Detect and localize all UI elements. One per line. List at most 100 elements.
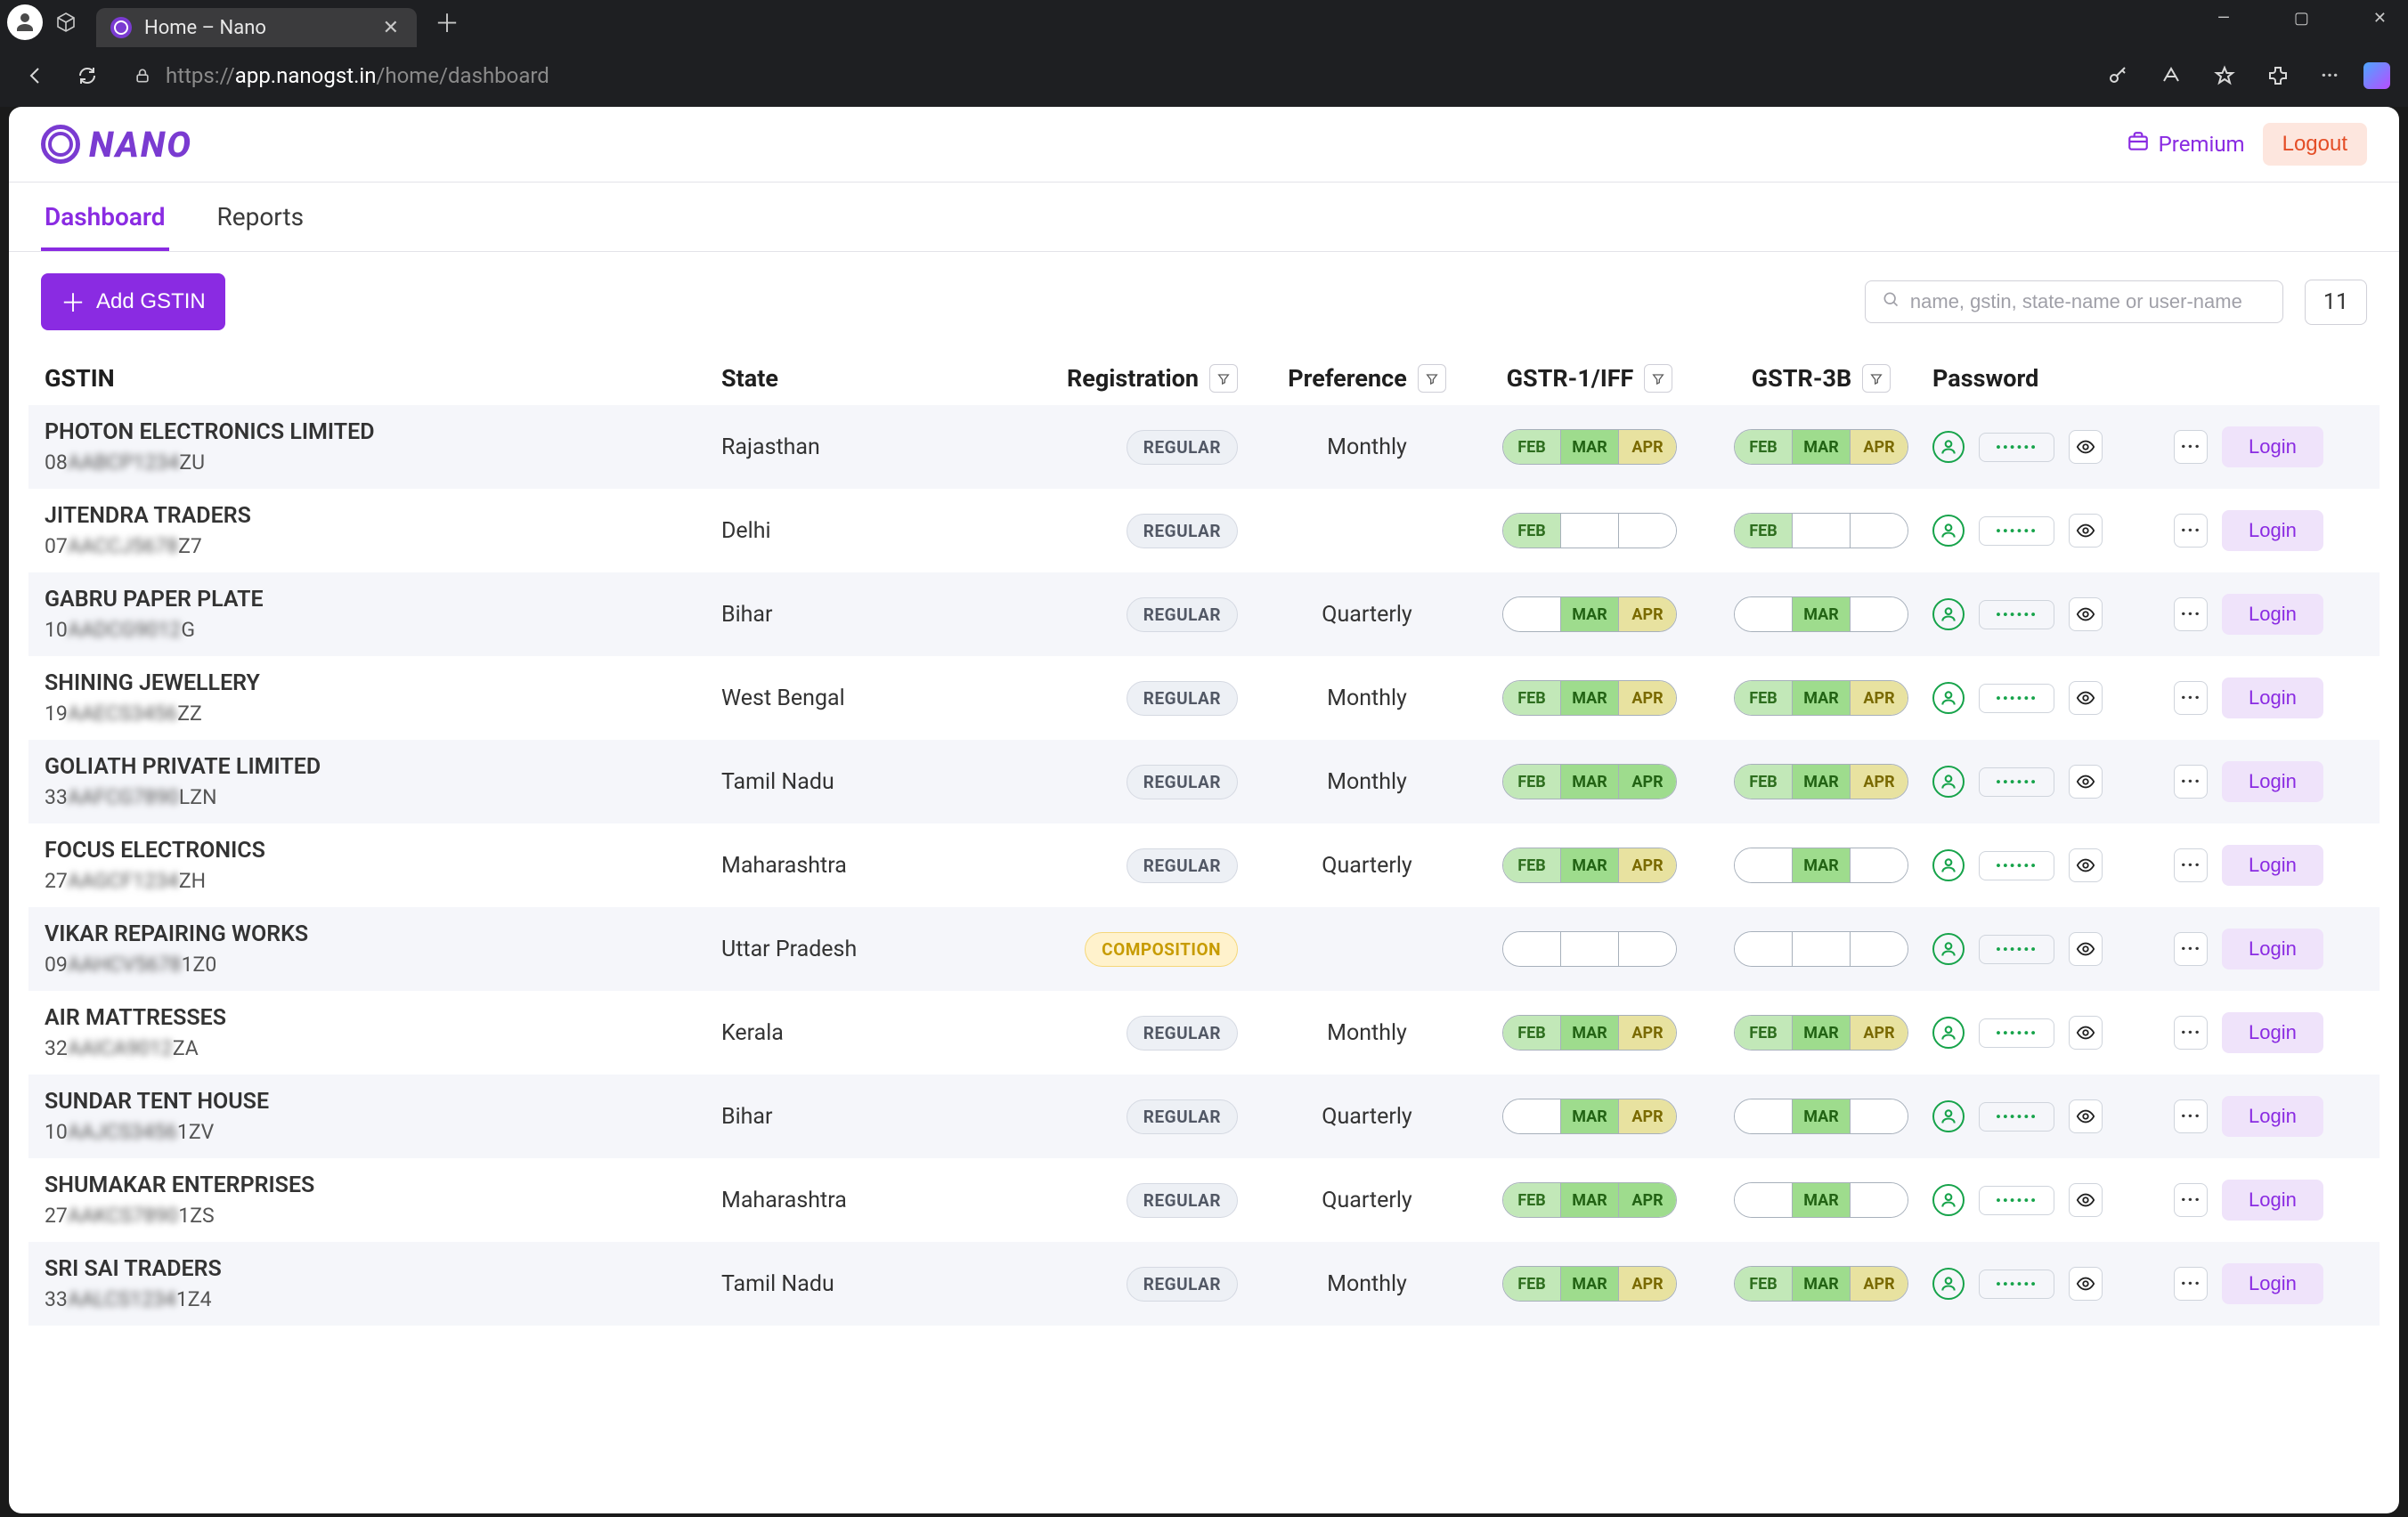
search-box[interactable] xyxy=(1865,280,2283,323)
month-empty xyxy=(1735,848,1792,882)
gstin-cell: SHINING JEWELLERY 19AAECS3456ZZ xyxy=(45,670,721,726)
registration-pill: REGULAR xyxy=(1127,765,1238,799)
row-login-button[interactable]: Login xyxy=(2222,426,2323,467)
reveal-password-icon[interactable] xyxy=(2069,681,2103,715)
row-login-button[interactable]: Login xyxy=(2222,677,2323,718)
actions-cell: •••••• ··· Login xyxy=(1932,677,2360,718)
password-mask[interactable]: •••••• xyxy=(1979,1102,2054,1132)
filter-gstr1-icon[interactable] xyxy=(1644,364,1672,393)
password-mask[interactable]: •••••• xyxy=(1979,1018,2054,1048)
profile-avatar[interactable] xyxy=(7,4,43,40)
reveal-password-icon[interactable] xyxy=(2069,932,2103,966)
reveal-password-icon[interactable] xyxy=(2069,1016,2103,1050)
user-icon[interactable] xyxy=(1932,766,1965,798)
month-empty xyxy=(1560,932,1618,966)
minimize-button[interactable]: — xyxy=(2203,0,2244,37)
row-login-button[interactable]: Login xyxy=(2222,761,2323,802)
user-icon[interactable] xyxy=(1932,1184,1965,1216)
address-bar[interactable]: https://app.nanogst.in/home/dashboard xyxy=(121,56,2084,95)
reveal-password-icon[interactable] xyxy=(2069,1267,2103,1301)
user-icon[interactable] xyxy=(1932,933,1965,965)
row-login-button[interactable]: Login xyxy=(2222,594,2323,635)
password-mask[interactable]: •••••• xyxy=(1979,935,2054,964)
user-icon[interactable] xyxy=(1932,431,1965,463)
row-login-button[interactable]: Login xyxy=(2222,1263,2323,1304)
premium-link[interactable]: Premium xyxy=(2127,130,2245,158)
row-login-button[interactable]: Login xyxy=(2222,1096,2323,1137)
close-window-button[interactable]: ✕ xyxy=(2359,0,2401,37)
months-pill: MAR xyxy=(1734,848,1908,883)
user-icon[interactable] xyxy=(1932,849,1965,881)
reveal-password-icon[interactable] xyxy=(2069,765,2103,799)
app-logo[interactable]: NANO xyxy=(41,124,192,166)
actions-cell: •••••• ··· Login xyxy=(1932,1012,2360,1053)
table-row: SUNDAR TENT HOUSE 10AAJCS34561ZV Bihar R… xyxy=(28,1075,2380,1158)
reveal-password-icon[interactable] xyxy=(2069,1099,2103,1133)
row-more-icon[interactable]: ··· xyxy=(2174,1016,2208,1050)
row-more-icon[interactable]: ··· xyxy=(2174,1099,2208,1133)
tab-dashboard[interactable]: Dashboard xyxy=(41,190,169,251)
row-more-icon[interactable]: ··· xyxy=(2174,597,2208,631)
reveal-password-icon[interactable] xyxy=(2069,514,2103,548)
logout-button[interactable]: Logout xyxy=(2263,123,2367,166)
reveal-password-icon[interactable] xyxy=(2069,848,2103,882)
password-mask[interactable]: •••••• xyxy=(1979,516,2054,546)
maximize-button[interactable]: ▢ xyxy=(2280,0,2323,37)
reload-button[interactable] xyxy=(69,58,105,93)
copilot-icon[interactable] xyxy=(2363,62,2390,89)
tab-close-icon[interactable]: ✕ xyxy=(374,13,408,43)
more-menu-icon[interactable]: ··· xyxy=(2314,58,2346,94)
row-login-button[interactable]: Login xyxy=(2222,929,2323,969)
row-more-icon[interactable]: ··· xyxy=(2174,514,2208,548)
filter-gstr3b-icon[interactable] xyxy=(1862,364,1891,393)
tab-favicon-icon xyxy=(110,17,132,38)
reveal-password-icon[interactable] xyxy=(2069,597,2103,631)
key-icon[interactable] xyxy=(2100,58,2135,93)
back-button[interactable] xyxy=(18,58,53,93)
password-mask[interactable]: •••••• xyxy=(1979,767,2054,797)
row-more-icon[interactable]: ··· xyxy=(2174,848,2208,882)
extensions-icon[interactable] xyxy=(2260,58,2296,93)
new-tab-button[interactable]: ＋ xyxy=(435,4,460,40)
password-mask[interactable]: •••••• xyxy=(1979,851,2054,880)
gstin-number: 19AAECS3456ZZ xyxy=(45,702,721,726)
row-login-button[interactable]: Login xyxy=(2222,845,2323,886)
password-mask[interactable]: •••••• xyxy=(1979,684,2054,713)
row-more-icon[interactable]: ··· xyxy=(2174,681,2208,715)
reveal-password-icon[interactable] xyxy=(2069,430,2103,464)
user-icon[interactable] xyxy=(1932,515,1965,547)
user-icon[interactable] xyxy=(1932,1017,1965,1049)
row-more-icon[interactable]: ··· xyxy=(2174,1267,2208,1301)
password-mask[interactable]: •••••• xyxy=(1979,1186,2054,1215)
search-input[interactable] xyxy=(1910,290,2266,313)
add-gstin-button[interactable]: ＋ Add GSTIN xyxy=(41,273,225,330)
browser-tab[interactable]: Home – Nano ✕ xyxy=(96,8,417,47)
row-more-icon[interactable]: ··· xyxy=(2174,765,2208,799)
month-empty xyxy=(1792,514,1850,548)
company-name: SHUMAKAR ENTERPRISES xyxy=(45,1172,721,1198)
filter-registration-icon[interactable] xyxy=(1209,364,1238,393)
password-mask[interactable]: •••••• xyxy=(1979,600,2054,629)
row-more-icon[interactable]: ··· xyxy=(2174,932,2208,966)
company-name: GOLIATH PRIVATE LIMITED xyxy=(45,754,721,780)
favorite-icon[interactable] xyxy=(2207,58,2242,93)
reveal-password-icon[interactable] xyxy=(2069,1183,2103,1217)
user-icon[interactable] xyxy=(1932,1268,1965,1300)
read-aloud-icon[interactable] xyxy=(2153,58,2189,93)
user-icon[interactable] xyxy=(1932,598,1965,630)
row-login-button[interactable]: Login xyxy=(2222,1012,2323,1053)
actions-cell: •••••• ··· Login xyxy=(1932,1096,2360,1137)
user-icon[interactable] xyxy=(1932,1100,1965,1132)
row-more-icon[interactable]: ··· xyxy=(2174,430,2208,464)
month-empty xyxy=(1560,514,1618,548)
row-more-icon[interactable]: ··· xyxy=(2174,1183,2208,1217)
user-icon[interactable] xyxy=(1932,682,1965,714)
filter-preference-icon[interactable] xyxy=(1418,364,1446,393)
tab-reports[interactable]: Reports xyxy=(214,190,308,251)
row-login-button[interactable]: Login xyxy=(2222,1180,2323,1221)
month-mar: MAR xyxy=(1560,1267,1618,1301)
row-login-button[interactable]: Login xyxy=(2222,510,2323,551)
password-mask[interactable]: •••••• xyxy=(1979,433,2054,462)
password-mask[interactable]: •••••• xyxy=(1979,1270,2054,1299)
workspaces-icon[interactable] xyxy=(55,12,77,33)
